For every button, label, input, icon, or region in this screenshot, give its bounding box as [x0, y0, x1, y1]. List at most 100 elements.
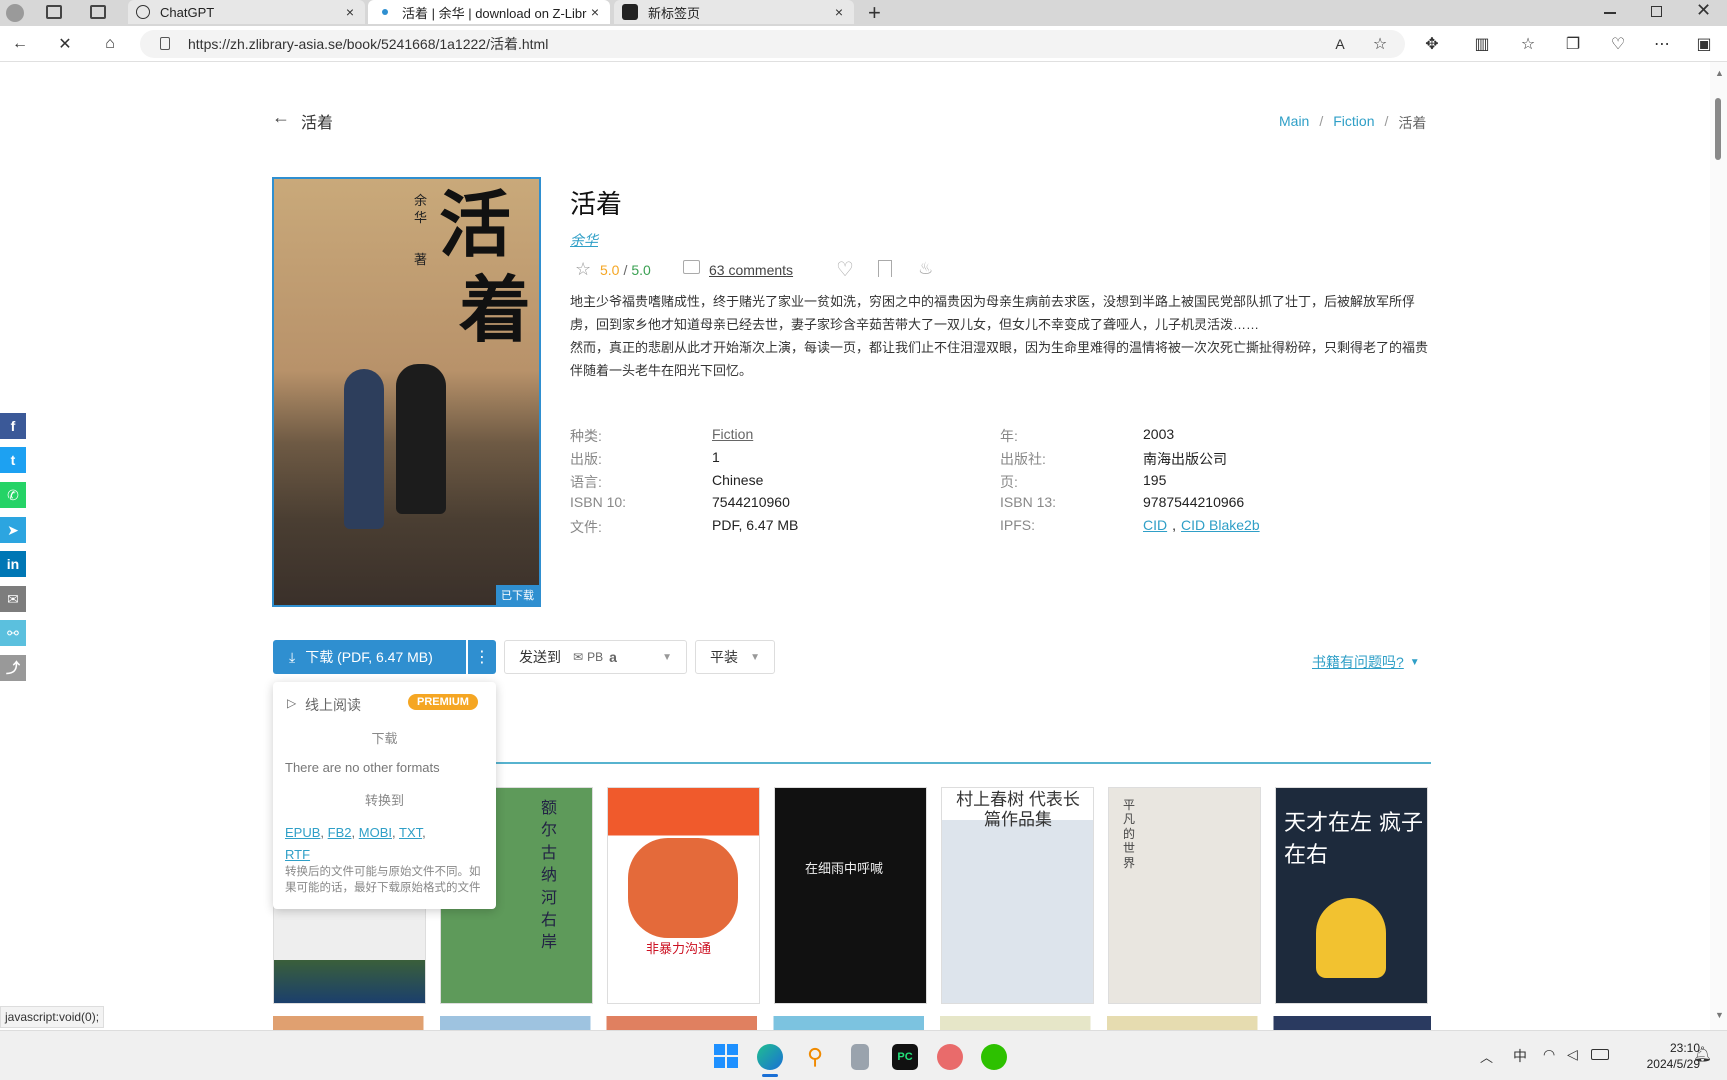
heart-icon[interactable]: ♡ [836, 257, 854, 282]
stop-icon[interactable]: ✕ [55, 34, 75, 54]
publisher-value: 南海出版公司 [1143, 451, 1227, 467]
send-to-button[interactable]: 发送到 ✉ PB a ▼ [504, 640, 687, 674]
edge-icon[interactable] [757, 1044, 783, 1070]
binding-button[interactable]: 平装 ▼ [695, 640, 775, 674]
breadcrumb: Main / Fiction / 活着 [1279, 113, 1426, 133]
comments-link[interactable]: 63 comments [709, 262, 793, 278]
split-screen-icon[interactable]: ▥ [1472, 34, 1492, 54]
ime-indicator[interactable]: 中 [1513, 1046, 1527, 1066]
telegram-icon[interactable]: ➤ [0, 517, 26, 543]
address-bar[interactable]: https://zh.zlibrary-asia.se/book/5241668… [140, 30, 1405, 58]
chatgpt-icon [136, 5, 150, 19]
page-content: ← 活着 Main / Fiction / 活着 活 着 余华 著 已下载 活着… [0, 62, 1710, 1030]
related-book-3[interactable]: 非暴力沟通 [607, 787, 760, 1004]
author-link[interactable]: 余华 [570, 232, 598, 248]
format-mobi[interactable]: MOBI [359, 825, 392, 840]
collections-icon[interactable]: ❐ [1563, 34, 1583, 54]
page-title: 活着 [301, 115, 334, 132]
download-more-button[interactable]: ⋮ [468, 640, 496, 674]
twitter-icon[interactable]: t [0, 447, 26, 473]
read-online-item[interactable]: 线上阅读 [305, 695, 361, 715]
related-book-5[interactable]: 村上春树 代表长篇作品集 [941, 787, 1094, 1004]
scrollbar-thumb[interactable] [1715, 98, 1721, 160]
download-dropdown-menu: ▷ 线上阅读 PREMIUM 下载 There are no other for… [273, 682, 496, 909]
close-tab-icon[interactable]: × [832, 4, 846, 20]
more-icon[interactable]: ⋯ [1652, 34, 1672, 54]
link-icon[interactable]: ⚯ [0, 620, 26, 646]
report-problem-link[interactable]: 书籍有问题吗? ▼ [1312, 652, 1420, 672]
ipfs-label: IPFS: [1000, 517, 1036, 533]
new-tab-button[interactable]: + [868, 0, 881, 26]
share-icon[interactable]: ⤴ [0, 655, 26, 681]
related-book-7[interactable]: 天才在左 疯子在右 [1275, 787, 1428, 1004]
wifi-icon[interactable]: ◠ [1543, 1046, 1555, 1063]
breadcrumb-separator: / [1319, 113, 1324, 129]
convert-note: 转换后的文件可能与原始文件不同。如果可能的话，最好下载原始格式的文件 [285, 866, 481, 894]
back-arrow-icon[interactable]: ← [272, 107, 290, 128]
breadcrumb-fiction[interactable]: Fiction [1333, 113, 1374, 133]
rating-value: 5.0 [600, 262, 620, 278]
scrollbar[interactable]: ▲ ▼ [1710, 62, 1727, 1030]
file-label: 文件: [570, 519, 602, 535]
format-fb2[interactable]: FB2 [328, 825, 352, 840]
bookmark-icon[interactable] [878, 260, 892, 277]
app-icon[interactable] [937, 1044, 963, 1070]
search-app-icon[interactable]: ⚲ [802, 1044, 828, 1070]
whatsapp-icon[interactable]: ✆ [0, 482, 26, 508]
linkedin-icon[interactable]: in [0, 551, 26, 577]
book-cover[interactable]: 活 着 余华 著 已下载 [272, 177, 541, 607]
wechat-icon[interactable] [981, 1044, 1007, 1070]
play-icon: ▷ [287, 696, 297, 710]
sidebar-icon[interactable]: ▣ [1694, 34, 1714, 54]
facebook-icon[interactable]: f [0, 413, 26, 439]
read-aloud-icon[interactable]: A [1330, 34, 1350, 54]
book-author[interactable]: 余华 [570, 230, 598, 250]
downloaded-badge: 已下载 [496, 585, 539, 605]
close-tab-icon[interactable]: × [588, 4, 602, 20]
extensions-icon[interactable]: ✥ [1422, 34, 1442, 54]
category-value[interactable]: Fiction [712, 426, 753, 442]
home-icon[interactable]: ⌂ [100, 34, 120, 54]
download-button[interactable]: ⤓ 下载 (PDF, 6.47 MB) [273, 640, 466, 674]
scroll-down-icon[interactable]: ▼ [1715, 1010, 1724, 1020]
format-rtf[interactable]: RTF [285, 847, 310, 862]
battery-icon[interactable] [1591, 1049, 1609, 1060]
back-icon[interactable]: ← [10, 34, 30, 54]
active-app-indicator [762, 1074, 778, 1077]
breadcrumb-main[interactable]: Main [1279, 113, 1309, 133]
format-epub[interactable]: EPUB [285, 825, 320, 840]
donate-icon[interactable]: ♨ [918, 259, 933, 279]
ipfs-blake2b-link[interactable]: CID Blake2b [1181, 517, 1260, 533]
notepad-icon[interactable] [851, 1044, 869, 1070]
tray-chevron-icon[interactable]: ︿ [1480, 1047, 1493, 1066]
related-book-6[interactable]: 平凡的世界 [1108, 787, 1261, 1004]
clock[interactable]: 23:10 2024/5/29 [1640, 1040, 1700, 1072]
scroll-up-icon[interactable]: ▲ [1715, 68, 1724, 78]
minimize-icon[interactable] [1604, 12, 1616, 14]
restore-icon[interactable] [1651, 6, 1662, 17]
notification-bell-icon[interactable]: 🔔︎ [1693, 1045, 1712, 1063]
isbn13-value: 9787544210966 [1143, 494, 1245, 510]
tab-zlibrary[interactable]: 活着 | 余华 | download on Z-Libr × [368, 0, 610, 24]
format-txt[interactable]: TXT [399, 825, 422, 840]
close-tab-icon[interactable]: × [343, 4, 357, 20]
rating: 5.0 / 5.0 [600, 262, 651, 278]
year-value: 2003 [1143, 426, 1175, 442]
favorites-icon[interactable]: ☆ [1518, 34, 1538, 54]
window-close-icon[interactable]: ✕ [1696, 0, 1711, 21]
favorite-star-icon[interactable]: ☆ [1370, 34, 1390, 54]
cover-figure-1 [344, 369, 384, 529]
pycharm-icon[interactable]: PC [892, 1044, 918, 1070]
tab-actions-icon[interactable] [90, 5, 106, 19]
volume-icon[interactable]: ◁ [1567, 1046, 1578, 1063]
workspaces-icon[interactable] [46, 5, 62, 19]
profile-icon[interactable] [6, 4, 24, 22]
tab-chatgpt[interactable]: ChatGPT × [128, 0, 365, 24]
tab-new[interactable]: 新标签页 × [614, 0, 854, 24]
tab-title: 新标签页 [648, 5, 701, 21]
browser-essentials-icon[interactable]: ♡ [1608, 34, 1628, 54]
related-book-4[interactable]: 在细雨中呼喊 [774, 787, 927, 1004]
windows-start-icon[interactable] [714, 1044, 738, 1068]
ipfs-cid-link[interactable]: CID [1143, 517, 1167, 533]
email-icon[interactable]: ✉ [0, 586, 26, 612]
